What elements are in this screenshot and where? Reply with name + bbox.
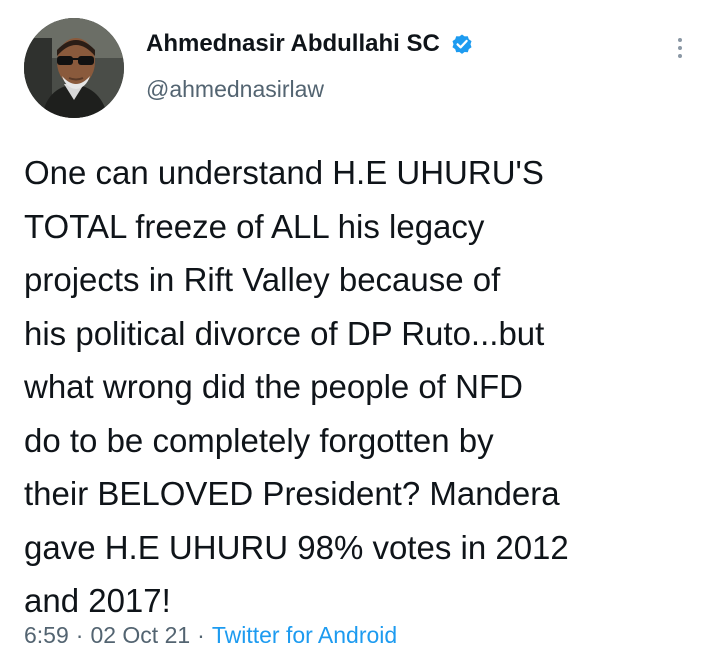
more-dot xyxy=(678,46,682,50)
author-name-row: Ahmednasir Abdullahi SC xyxy=(146,30,474,58)
tweet-text-line: their BELOVED President? Mandera xyxy=(24,475,560,512)
tweet-time[interactable]: 6:59 xyxy=(24,622,69,649)
tweet-text-line: One can understand H.E UHURU'S xyxy=(24,154,544,191)
tweet-card: Ahmednasir Abdullahi SC @ahmednasirlaw O… xyxy=(0,0,720,668)
tweet-text-line: gave H.E UHURU 98% votes in 2012 xyxy=(24,528,569,566)
tweet-text-line: his political divorce of DP Ruto...but xyxy=(24,314,545,352)
tweet-text: One can understand H.E UHURU'S TOTAL fre… xyxy=(24,146,704,628)
verified-badge-icon xyxy=(450,32,474,56)
tweet-meta: 6:59 · 02 Oct 21 · Twitter for Android xyxy=(24,622,397,649)
more-options-icon[interactable] xyxy=(668,30,692,66)
tweet-date[interactable]: 02 Oct 21 xyxy=(90,622,190,649)
more-dot xyxy=(678,38,682,42)
meta-separator: · xyxy=(197,622,205,648)
more-dot xyxy=(678,54,682,58)
meta-separator: · xyxy=(75,622,84,648)
tweet-text-line: projects in Rift Valley because of xyxy=(24,261,501,298)
tweet-text-line: TOTAL freeze of ALL his legacy xyxy=(24,207,485,245)
author-handle[interactable]: @ahmednasirlaw xyxy=(146,76,324,103)
avatar[interactable] xyxy=(24,18,124,118)
tweet-source-link[interactable]: Twitter for Android xyxy=(212,622,397,649)
tweet-text-line: do to be completely forgotten by xyxy=(24,421,494,459)
tweet-text-line: and 2017! xyxy=(24,582,171,619)
profile-photo xyxy=(24,18,124,118)
author-display-name[interactable]: Ahmednasir Abdullahi SC xyxy=(146,30,440,58)
tweet-text-line: what wrong did the people of NFD xyxy=(24,368,523,405)
